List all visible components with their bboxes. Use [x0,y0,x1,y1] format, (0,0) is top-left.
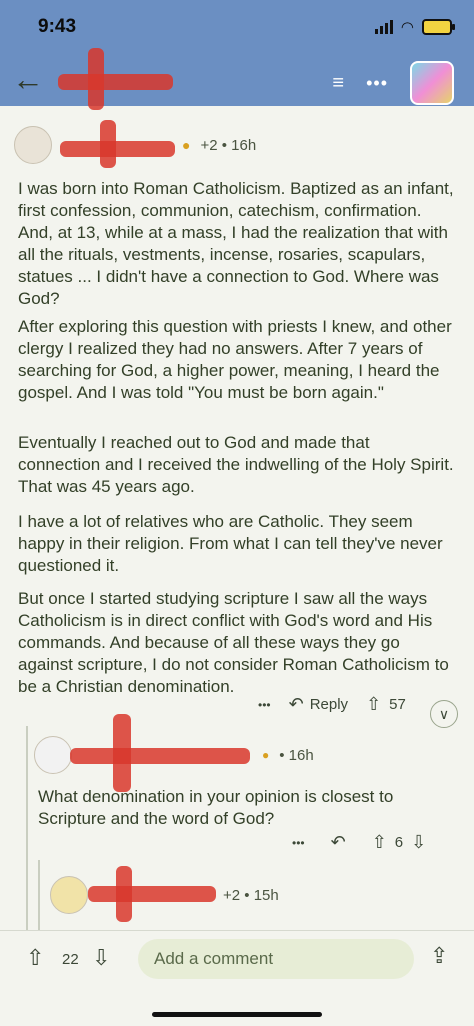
vote-count: 57 [389,696,406,713]
share-icon[interactable]: ⇪ [430,943,448,969]
comment-paragraph: After exploring this question with pries… [18,317,452,402]
app-bar: ← ≡ ••• [0,48,474,110]
comment-meta: +2 • 16h [200,136,257,154]
thread-line [38,860,40,930]
redaction-mark [60,141,175,157]
comment-paragraph: I was born into Roman Catholicism. Bapti… [18,179,454,308]
redaction-mark [113,714,131,792]
more-options-button[interactable]: ••• [292,836,305,850]
comment-paragraph: I have a lot of relatives who are Cathol… [18,512,443,575]
redaction-mark [88,886,216,902]
reply-button[interactable]: ↶ Reply [289,694,348,715]
wifi-icon: ◠ [400,19,414,36]
award-icon: ● [262,748,270,762]
reply-arrow-icon[interactable]: ↶ [331,832,346,853]
avatar[interactable] [14,126,52,164]
comment-actions: ••• ↶ ⇧ 6 ⇩ [292,832,426,853]
comment-paragraph: But once I started studying scripture I … [18,589,449,696]
redaction-mark [116,866,132,922]
status-time: 9:43 [38,16,77,37]
battery-icon [422,19,455,35]
downvote-icon[interactable]: ⇩ [411,832,426,853]
avatar[interactable] [50,876,88,914]
redaction-mark [100,120,116,168]
reply-arrow-icon: ↶ [288,694,304,714]
more-options-button[interactable]: ••• [258,698,271,712]
downvote-icon[interactable]: ⇩ [92,945,110,971]
upvote-icon[interactable]: ⇧ [26,945,44,971]
add-comment-input[interactable]: Add a comment [138,939,414,979]
post-vote-count: 22 [62,951,79,968]
comment-meta: • 16h [279,746,314,764]
comment-meta: +2 • 15h [223,886,279,904]
status-bar: 9:43 ◠ [0,0,474,56]
filter-icon[interactable]: ≡ [332,72,344,95]
comment-thread: ● +2 • 16h I was born into Roman Catholi… [0,106,474,930]
back-arrow-icon[interactable]: ← [12,62,44,96]
app-bar-actions: ≡ ••• [332,61,454,105]
comment-actions: ••• ↶ Reply ⇧ 57 [258,694,406,715]
thread-line [26,726,28,930]
bottom-bar: ⇧ 22 ⇩ Add a comment ⇪ [0,930,474,1026]
user-avatar[interactable] [410,61,454,105]
redaction-mark [58,74,173,90]
redaction-mark [88,48,104,110]
collapse-thread-icon[interactable]: ∨ [430,700,458,728]
status-icons: ◠ [374,18,455,36]
vote-count: 6 [394,834,404,851]
avatar[interactable] [34,736,72,774]
award-icon: ● [182,137,191,153]
signal-icon [374,20,393,34]
upvote-icon[interactable]: ⇧ [372,832,387,853]
upvote-icon[interactable]: ⇧ [366,694,381,715]
comment-paragraph: What denomination in your opinion is clo… [38,787,394,828]
more-icon[interactable]: ••• [366,73,388,94]
home-indicator [152,1012,322,1017]
comment-paragraph: Eventually I reached out to God and made… [18,433,454,496]
redaction-mark [70,748,250,764]
reply-label: Reply [309,696,349,713]
